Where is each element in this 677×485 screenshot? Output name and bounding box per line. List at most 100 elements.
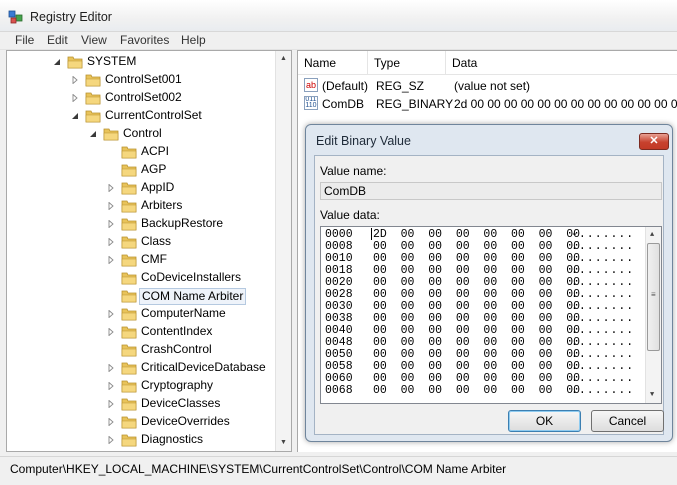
collapse-arrow-icon[interactable] [71,112,79,120]
tree-item-label: DeviceOverrides [141,414,230,428]
folder-icon [121,326,137,339]
column-name[interactable]: Name [298,51,368,75]
tree-item-label: ControlSet002 [105,90,182,104]
expand-arrow-icon[interactable] [107,202,115,210]
folder-icon [121,218,137,231]
expand-arrow-icon[interactable] [107,436,115,444]
folder-icon [121,200,137,213]
menu-file[interactable]: File [15,33,34,47]
expand-arrow-icon[interactable] [71,76,79,84]
value-name-label: Value name: [320,164,387,178]
collapse-arrow-icon[interactable] [53,58,61,66]
expand-arrow-icon[interactable] [71,94,79,102]
scroll-down-icon[interactable]: ▼ [280,439,287,447]
folder-icon [121,416,137,429]
expand-arrow-icon[interactable] [107,310,115,318]
value-data-hex-editor[interactable]: 0000 2D 00 00 00 00 00 00 00 -....... 0008 0… [320,226,662,404]
expand-arrow-icon[interactable] [107,328,115,336]
menu-view[interactable]: View [81,33,107,47]
hex-scrollbar[interactable]: ▲ ≡ ▼ [645,227,661,403]
tree-item-label: Control [123,126,162,140]
tree-item-label: ACPI [141,144,170,158]
tree-scrollbar[interactable]: ▲ ▼ [275,51,291,451]
value-name-field: ComDB [320,182,662,200]
menu-bar: File Edit View Favorites Help [0,32,677,50]
menu-help[interactable]: Help [181,33,206,47]
menu-edit[interactable]: Edit [47,33,68,47]
folder-icon [121,254,137,267]
close-button[interactable]: ✕ [639,133,669,150]
tree-item-label: CurrentControlSet [105,108,202,122]
expand-arrow-icon[interactable] [107,382,115,390]
dialog-body: Value name: ComDB Value data: 0000 2D 00 … [314,155,664,435]
value-type: REG_BINARY [376,97,454,111]
column-data[interactable]: Data [446,51,677,75]
edit-binary-value-dialog: Edit Binary Value ✕ Value name: ComDB Va… [305,124,673,442]
grip-icon: ≡ [651,291,656,300]
collapse-arrow-icon[interactable] [89,130,97,138]
registry-tree[interactable]: ▲ ▼ SYSTEM ControlSet001 ControlSet002 Curr… [6,50,292,452]
tree-item-label: ContentIndex [141,324,213,338]
hex-row[interactable]: 0068 00 00 00 00 00 00 00 00........ [321,385,641,397]
menu-favorites[interactable]: Favorites [120,33,169,47]
folder-icon [121,380,137,393]
scroll-thumb[interactable]: ≡ [647,243,660,351]
tree-item-label: ControlSet001 [105,72,182,86]
folder-icon [103,128,119,141]
value-name: ComDB [322,97,365,111]
value-data: 2d 00 00 00 00 00 00 00 00 00 00 00 00 0… [454,97,677,111]
tree-item-label: CrashControl [141,342,212,356]
folder-icon [121,398,137,411]
status-bar: Computer\HKEY_LOCAL_MACHINE\SYSTEM\Curre… [0,456,677,485]
hex-bytes[interactable]: 00 00 00 00 00 00 00 00 [373,385,580,397]
tree-item-label: Class [141,234,172,248]
folder-icon [121,164,137,177]
binary-value-icon: 011 110 [304,96,318,110]
scroll-up-icon[interactable]: ▲ [280,55,287,63]
expand-arrow-icon[interactable] [107,418,115,426]
scroll-down-icon[interactable]: ▼ [650,391,654,399]
ok-button[interactable]: OK [508,410,581,432]
expand-arrow-icon[interactable] [107,256,115,264]
tree-item-label: CMF [141,252,167,266]
tree-item-label: Diagnostics [141,432,204,446]
tree-item-label: CriticalDeviceDatabase [141,360,266,374]
folder-icon [85,92,101,105]
list-row-comdb[interactable]: 011 110 ComDB REG_BINARY 2d 00 00 00 00 0… [298,95,677,113]
tree-item-label: Arbiters [141,198,183,212]
tree-item-label: CoDeviceInstallers [141,270,242,284]
folder-icon [121,146,137,159]
folder-icon [85,110,101,123]
scroll-up-icon[interactable]: ▲ [650,231,654,239]
cancel-button[interactable]: Cancel [591,410,664,432]
expand-arrow-icon[interactable] [107,184,115,192]
folder-icon [85,74,101,87]
tree-item-label: COM Name Arbiter [139,288,247,305]
value-name: (Default) [322,79,369,93]
tree-item-label: DeviceClasses [141,396,221,410]
folder-icon [121,344,137,357]
value-data: (value not set) [454,79,531,93]
tree-item-label: AGP [141,162,167,176]
title-bar: Registry Editor [0,0,677,32]
dialog-title: Edit Binary Value [316,134,411,148]
list-row-default[interactable]: ab (Default) REG_SZ (value not set) [298,77,677,95]
tree-item-label: BackupRestore [141,216,224,230]
expand-arrow-icon[interactable] [107,400,115,408]
folder-icon [121,236,137,249]
registry-editor-icon [8,10,23,24]
folder-icon [121,308,137,321]
expand-arrow-icon[interactable] [107,220,115,228]
folder-icon [121,272,137,285]
column-type[interactable]: Type [368,51,446,75]
window-title: Registry Editor [30,10,112,24]
value-data-label: Value data: [320,208,380,222]
expand-arrow-icon[interactable] [107,238,115,246]
status-path: Computer\HKEY_LOCAL_MACHINE\SYSTEM\Curre… [10,462,507,476]
tree-item-label: SYSTEM [87,54,137,68]
folder-icon [121,362,137,375]
tree-item-label: AppID [141,180,175,194]
expand-arrow-icon[interactable] [107,364,115,372]
hex-ascii[interactable]: ........ [571,385,634,397]
folder-icon [121,434,137,447]
